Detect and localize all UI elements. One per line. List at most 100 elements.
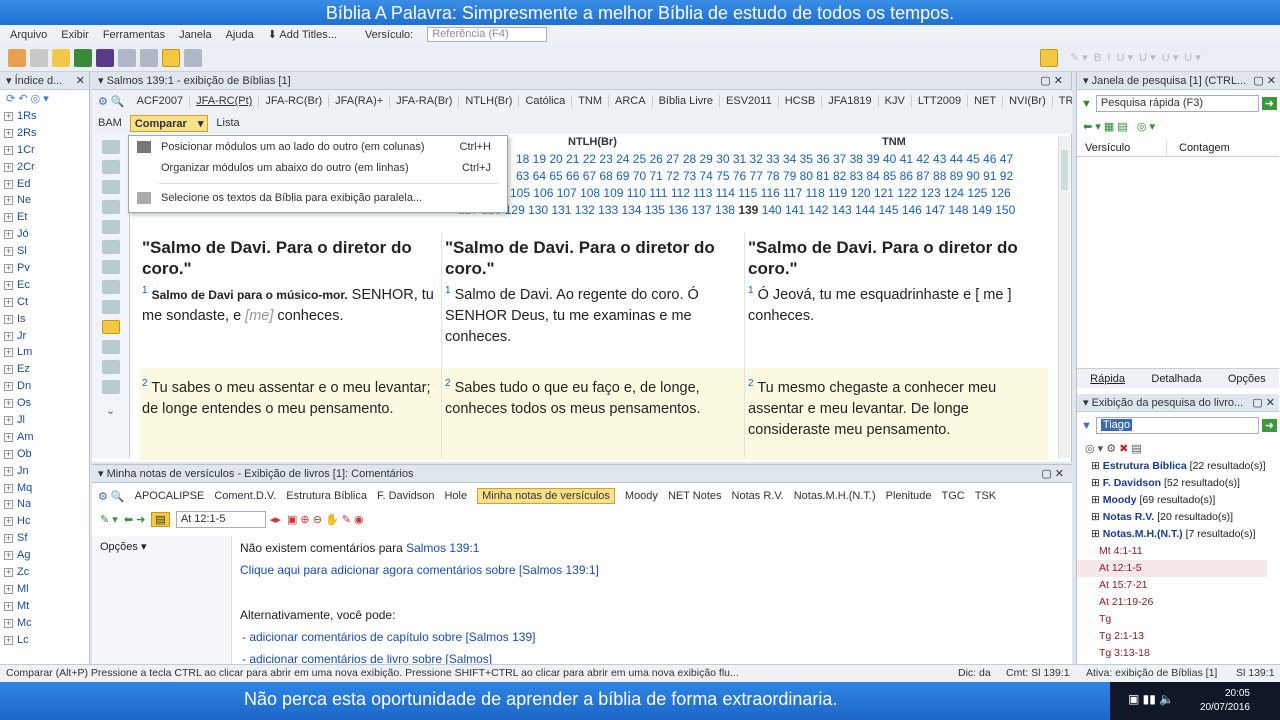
module-tab[interactable]: JFA-RA(Br) <box>396 95 460 107</box>
book-item[interactable]: +1Cr <box>0 142 89 159</box>
chapter-numbers-4a[interactable]: 129 130 131 132 133 134 135 136 137 138 <box>505 203 735 217</box>
book-item[interactable]: + Hc <box>0 513 89 530</box>
book-icon[interactable] <box>74 48 92 67</box>
menu-ferramentas[interactable]: Ferramentas <box>103 29 165 41</box>
expand-icon[interactable]: + <box>4 247 13 257</box>
result-item[interactable]: ⊞ Notas R.V. [20 resultado(s)] <box>1077 509 1267 526</box>
commentary-tools-icon[interactable]: ⚙ 🔍 <box>98 490 125 503</box>
expand-icon[interactable]: + <box>4 382 13 392</box>
module-tab[interactable]: ESV2011 <box>726 95 779 107</box>
module-tab[interactable]: TNM <box>578 95 610 107</box>
expand-icon[interactable]: + <box>4 500 13 510</box>
commentary-tab[interactable]: Estrutura Bíblica <box>286 490 367 502</box>
result-reference[interactable]: At 12:1-5 <box>1077 560 1267 577</box>
commentary-tab[interactable]: TGC <box>942 490 965 502</box>
result-reference[interactable]: Mt 4:1-11 <box>1077 543 1267 560</box>
menu-ajuda[interactable]: Ajuda <box>226 29 254 41</box>
tab-rapida[interactable]: Rápida <box>1090 369 1125 388</box>
book-item[interactable]: + Ne <box>0 192 89 209</box>
book-item[interactable]: + Ag <box>0 547 89 564</box>
book-item[interactable]: + Jn <box>0 463 89 480</box>
module-tab[interactable]: Católica <box>525 95 573 107</box>
book-item[interactable]: + Jr <box>0 328 89 345</box>
expand-icon[interactable]: + <box>4 314 13 324</box>
commentary-tab[interactable]: Notas.M.H.(N.T.) <box>794 490 876 502</box>
book-index-tools[interactable]: ⟳ ↶ ◎ ▾ <box>0 90 89 108</box>
link-icon[interactable] <box>101 380 120 394</box>
expand-icon[interactable]: + <box>4 179 13 189</box>
edit-icon[interactable] <box>101 280 120 294</box>
module-tab[interactable]: JFA-RC(Pt) <box>196 95 260 107</box>
copy-icon[interactable] <box>30 48 48 67</box>
expand-icon[interactable]: + <box>4 483 13 493</box>
verse-number[interactable]: 2 <box>748 378 754 389</box>
expand-icon[interactable]: + <box>4 145 13 155</box>
expand-icon[interactable]: + <box>4 365 13 375</box>
module-tab[interactable]: Bíblia Livre <box>659 95 721 107</box>
window-icon[interactable] <box>8 48 26 67</box>
versiculo-input[interactable]: Referência (F4) <box>427 27 548 42</box>
panel-controls[interactable]: ▢ ✕ <box>1040 72 1063 90</box>
book-item[interactable]: + Ml <box>0 581 89 598</box>
tab-detalhada[interactable]: Detalhada <box>1151 369 1201 388</box>
result-reference[interactable]: Tg 3:13-18 <box>1077 645 1267 662</box>
expand-icon[interactable]: + <box>4 416 13 426</box>
expand-icon[interactable]: + <box>4 162 13 172</box>
scrollbar-thumb[interactable] <box>1061 150 1068 190</box>
search-go-icon[interactable]: ➜ <box>1261 419 1277 432</box>
zoom-icon[interactable] <box>101 240 120 254</box>
commentary-tab[interactable]: APOCALIPSE <box>135 490 205 502</box>
module-tab[interactable]: LTT2009 <box>918 95 969 107</box>
module-tab[interactable]: HCSB <box>785 95 823 107</box>
options-button[interactable]: Opções <box>100 541 138 553</box>
book-item[interactable]: + Na <box>0 496 89 513</box>
expand-icon[interactable]: + <box>4 517 13 527</box>
module-tab[interactable]: TR <box>1059 95 1072 107</box>
chapter-numbers-4b[interactable]: 140 141 142 143 144 145 146 147 148 149 … <box>762 203 1016 217</box>
book-item[interactable]: + Mt <box>0 598 89 615</box>
chapter-numbers-3[interactable]: 105 106 107 108 109 110 111 112 113 114 … <box>510 186 1011 200</box>
book-item[interactable]: + Ez <box>0 361 89 378</box>
tray-icons[interactable]: ▣ ▮▮ 🔈 <box>1128 692 1174 706</box>
expand-icon[interactable]: + <box>4 584 13 594</box>
expand-icon[interactable]: + <box>4 128 13 138</box>
expand-icon[interactable]: + <box>4 449 13 459</box>
result-item[interactable]: ⊞ F. Davidson [52 resultado(s)] <box>1077 475 1267 492</box>
exchange-icon[interactable] <box>101 220 120 234</box>
expand-icon[interactable]: + <box>4 601 13 611</box>
expand-icon[interactable]: + <box>4 635 13 645</box>
menu-janela[interactable]: Janela <box>179 29 211 41</box>
book-item[interactable]: +1Rs <box>0 108 89 125</box>
expand-icon[interactable]: + <box>4 432 13 442</box>
grid-icon[interactable] <box>140 48 158 67</box>
expand-icon[interactable]: + <box>4 466 13 476</box>
list-icon[interactable] <box>118 48 136 67</box>
result-item[interactable]: ⊞ Notas.M.H.(N.T.) [7 resultado(s)] <box>1077 526 1267 543</box>
commentary-tab[interactable]: TSK <box>975 490 996 502</box>
bam-button[interactable]: BAM <box>98 117 122 129</box>
copy-icon[interactable] <box>101 200 120 214</box>
book-item[interactable]: + Et <box>0 209 89 226</box>
col-versiculo[interactable]: Versículo <box>1077 140 1167 156</box>
quick-search-input[interactable]: Pesquisa rápida (F3) <box>1095 95 1259 112</box>
expand-icon[interactable]: + <box>4 264 13 274</box>
chapter-numbers-1[interactable]: 18 19 20 21 22 23 24 25 26 27 28 29 30 3… <box>516 152 1013 166</box>
book-item[interactable]: + Is <box>0 311 89 328</box>
verse-number[interactable]: 2 <box>445 378 451 389</box>
book-item[interactable]: + Ob <box>0 446 89 463</box>
bible-scrollbar[interactable] <box>1058 136 1070 458</box>
result-reference[interactable]: At 15:7-21 <box>1077 577 1267 594</box>
book-item[interactable]: + Os <box>0 395 89 412</box>
no-comments-ref[interactable]: Salmos 139:1 <box>406 541 479 555</box>
lista-button[interactable]: Lista <box>216 117 239 129</box>
book-item[interactable]: + Lm <box>0 344 89 361</box>
notes-icon[interactable] <box>96 48 114 67</box>
compare-button[interactable]: Comparar ▾ <box>129 114 209 132</box>
reload-icon[interactable] <box>101 180 120 194</box>
expand-icon[interactable]: + <box>4 280 13 290</box>
book-item[interactable]: +2Rs <box>0 125 89 142</box>
commentary-tab[interactable]: Coment.D.V. <box>214 490 276 502</box>
book-item[interactable]: + Ec <box>0 277 89 294</box>
add-book-link[interactable]: - adicionar comentários de livro sobre [… <box>242 652 492 664</box>
reference-input[interactable]: At 12:1-5 <box>175 511 266 528</box>
